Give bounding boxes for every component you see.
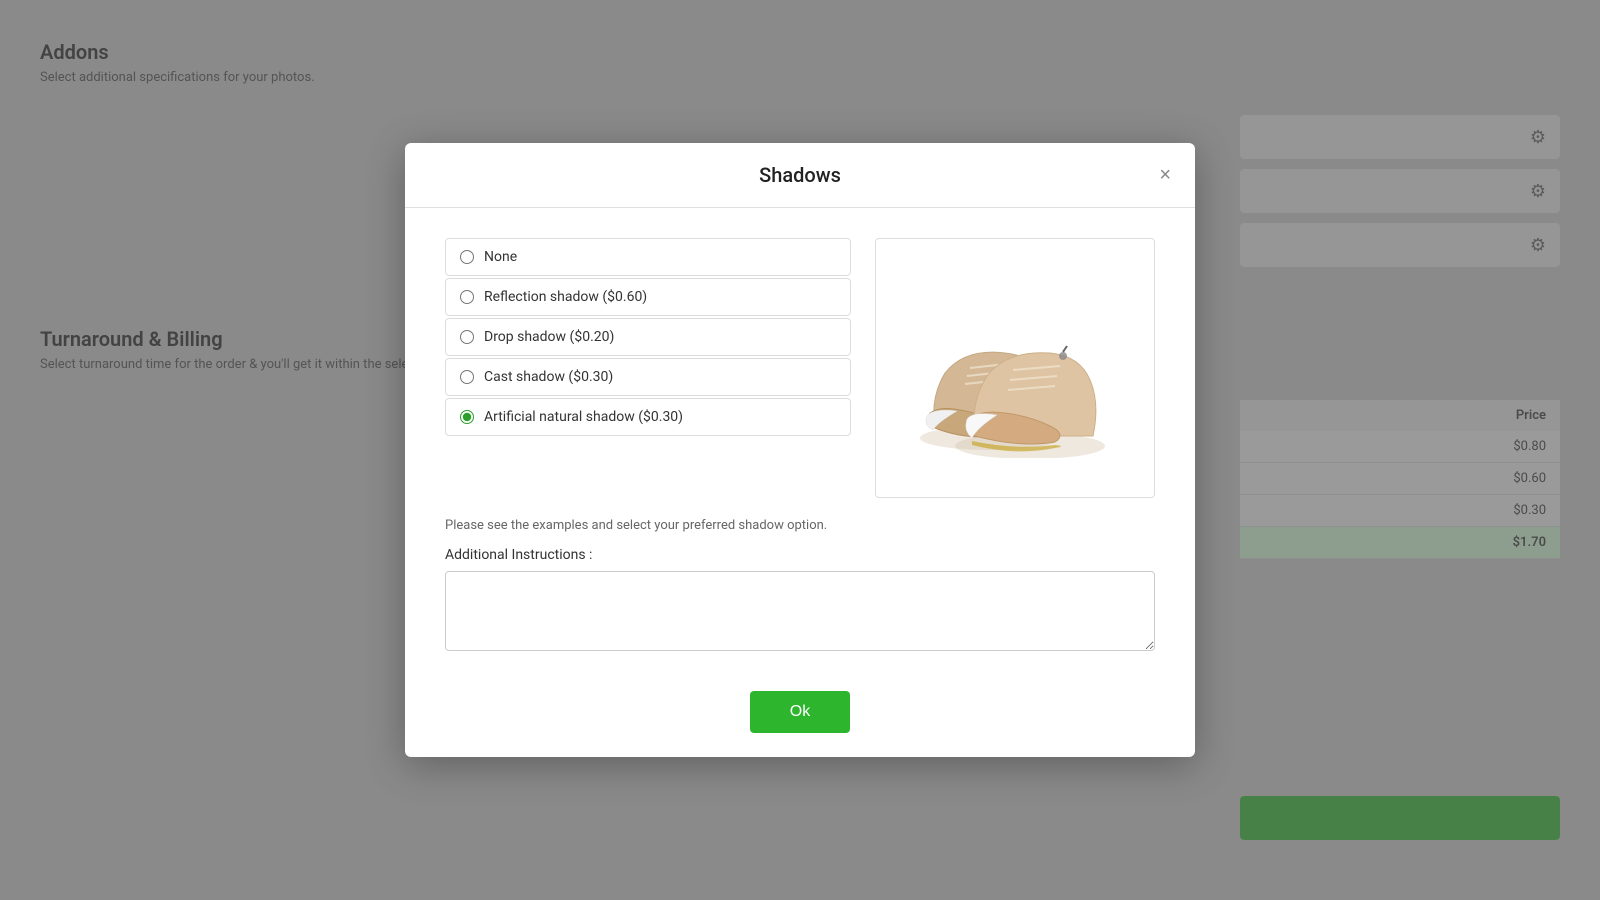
- radio-cast[interactable]: [460, 370, 474, 384]
- modal-close-button[interactable]: ×: [1155, 161, 1175, 189]
- ok-button[interactable]: Ok: [750, 691, 850, 733]
- modal-footer: Ok: [405, 675, 1195, 757]
- shadow-options-area: None Reflection shadow ($0.60) Drop shad…: [445, 238, 1155, 498]
- modal-overlay: Shadows × None Reflection shadow ($0.60): [0, 0, 1600, 900]
- option-cast[interactable]: Cast shadow ($0.30): [445, 358, 851, 396]
- option-artificial-label: Artificial natural shadow ($0.30): [484, 409, 683, 425]
- option-drop[interactable]: Drop shadow ($0.20): [445, 318, 851, 356]
- hint-text: Please see the examples and select your …: [445, 518, 1155, 533]
- instructions-textarea[interactable]: [445, 571, 1155, 651]
- option-reflection[interactable]: Reflection shadow ($0.60): [445, 278, 851, 316]
- radio-artificial[interactable]: [460, 410, 474, 424]
- radio-none[interactable]: [460, 250, 474, 264]
- shadows-modal: Shadows × None Reflection shadow ($0.60): [405, 143, 1195, 757]
- radio-options-list: None Reflection shadow ($0.60) Drop shad…: [445, 238, 851, 498]
- shoe-preview-image: [905, 278, 1125, 458]
- option-reflection-label: Reflection shadow ($0.60): [484, 289, 647, 305]
- option-cast-label: Cast shadow ($0.30): [484, 369, 613, 385]
- modal-title: Shadows: [759, 163, 841, 187]
- radio-reflection[interactable]: [460, 290, 474, 304]
- shadow-preview-box: [875, 238, 1155, 498]
- instructions-label: Additional Instructions :: [445, 547, 1155, 563]
- option-none[interactable]: None: [445, 238, 851, 276]
- option-artificial[interactable]: Artificial natural shadow ($0.30): [445, 398, 851, 436]
- radio-drop[interactable]: [460, 330, 474, 344]
- modal-header: Shadows ×: [405, 143, 1195, 208]
- option-drop-label: Drop shadow ($0.20): [484, 329, 614, 345]
- modal-body: None Reflection shadow ($0.60) Drop shad…: [405, 208, 1195, 675]
- option-none-label: None: [484, 249, 517, 265]
